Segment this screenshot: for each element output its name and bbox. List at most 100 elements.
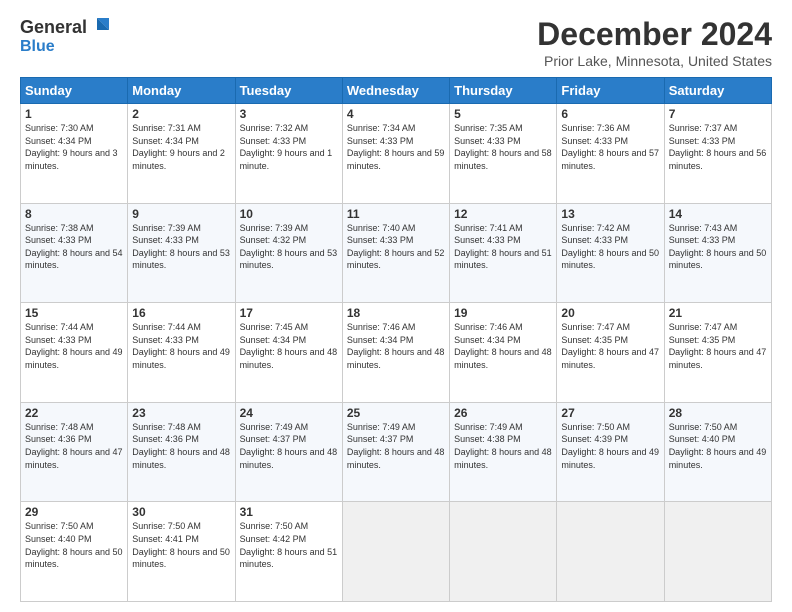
day-info: Sunrise: 7:41 AMSunset: 4:33 PMDaylight:… xyxy=(454,222,552,272)
calendar-header-row: Sunday Monday Tuesday Wednesday Thursday… xyxy=(21,78,772,104)
calendar-week-5: 29Sunrise: 7:50 AMSunset: 4:40 PMDayligh… xyxy=(21,502,772,602)
col-wednesday: Wednesday xyxy=(342,78,449,104)
calendar-cell: 30Sunrise: 7:50 AMSunset: 4:41 PMDayligh… xyxy=(128,502,235,602)
calendar: Sunday Monday Tuesday Wednesday Thursday… xyxy=(20,77,772,602)
page: General Blue December 2024 Prior Lake, M… xyxy=(0,0,792,612)
calendar-week-1: 1Sunrise: 7:30 AMSunset: 4:34 PMDaylight… xyxy=(21,104,772,204)
day-number: 3 xyxy=(240,107,338,121)
col-friday: Friday xyxy=(557,78,664,104)
location: Prior Lake, Minnesota, United States xyxy=(537,53,772,69)
col-monday: Monday xyxy=(128,78,235,104)
day-info: Sunrise: 7:47 AMSunset: 4:35 PMDaylight:… xyxy=(561,321,659,371)
calendar-cell: 16Sunrise: 7:44 AMSunset: 4:33 PMDayligh… xyxy=(128,303,235,403)
calendar-cell: 17Sunrise: 7:45 AMSunset: 4:34 PMDayligh… xyxy=(235,303,342,403)
calendar-cell: 27Sunrise: 7:50 AMSunset: 4:39 PMDayligh… xyxy=(557,402,664,502)
day-number: 26 xyxy=(454,406,552,420)
day-info: Sunrise: 7:32 AMSunset: 4:33 PMDaylight:… xyxy=(240,122,338,172)
day-number: 24 xyxy=(240,406,338,420)
day-number: 31 xyxy=(240,505,338,519)
calendar-cell xyxy=(342,502,449,602)
day-number: 19 xyxy=(454,306,552,320)
calendar-cell: 7Sunrise: 7:37 AMSunset: 4:33 PMDaylight… xyxy=(664,104,771,204)
day-number: 4 xyxy=(347,107,445,121)
day-info: Sunrise: 7:49 AMSunset: 4:37 PMDaylight:… xyxy=(347,421,445,471)
day-info: Sunrise: 7:44 AMSunset: 4:33 PMDaylight:… xyxy=(25,321,123,371)
day-number: 30 xyxy=(132,505,230,519)
calendar-cell: 24Sunrise: 7:49 AMSunset: 4:37 PMDayligh… xyxy=(235,402,342,502)
calendar-cell: 11Sunrise: 7:40 AMSunset: 4:33 PMDayligh… xyxy=(342,203,449,303)
day-info: Sunrise: 7:48 AMSunset: 4:36 PMDaylight:… xyxy=(132,421,230,471)
calendar-week-3: 15Sunrise: 7:44 AMSunset: 4:33 PMDayligh… xyxy=(21,303,772,403)
logo-general-text: General xyxy=(20,17,87,38)
day-info: Sunrise: 7:43 AMSunset: 4:33 PMDaylight:… xyxy=(669,222,767,272)
calendar-cell: 2Sunrise: 7:31 AMSunset: 4:34 PMDaylight… xyxy=(128,104,235,204)
calendar-cell: 28Sunrise: 7:50 AMSunset: 4:40 PMDayligh… xyxy=(664,402,771,502)
day-number: 11 xyxy=(347,207,445,221)
day-number: 22 xyxy=(25,406,123,420)
day-info: Sunrise: 7:34 AMSunset: 4:33 PMDaylight:… xyxy=(347,122,445,172)
day-info: Sunrise: 7:35 AMSunset: 4:33 PMDaylight:… xyxy=(454,122,552,172)
day-number: 5 xyxy=(454,107,552,121)
calendar-cell: 12Sunrise: 7:41 AMSunset: 4:33 PMDayligh… xyxy=(450,203,557,303)
calendar-cell: 13Sunrise: 7:42 AMSunset: 4:33 PMDayligh… xyxy=(557,203,664,303)
day-info: Sunrise: 7:30 AMSunset: 4:34 PMDaylight:… xyxy=(25,122,123,172)
day-info: Sunrise: 7:40 AMSunset: 4:33 PMDaylight:… xyxy=(347,222,445,272)
title-section: December 2024 Prior Lake, Minnesota, Uni… xyxy=(537,16,772,69)
calendar-cell: 1Sunrise: 7:30 AMSunset: 4:34 PMDaylight… xyxy=(21,104,128,204)
header: General Blue December 2024 Prior Lake, M… xyxy=(20,16,772,69)
calendar-cell: 31Sunrise: 7:50 AMSunset: 4:42 PMDayligh… xyxy=(235,502,342,602)
day-info: Sunrise: 7:45 AMSunset: 4:34 PMDaylight:… xyxy=(240,321,338,371)
day-info: Sunrise: 7:31 AMSunset: 4:34 PMDaylight:… xyxy=(132,122,230,172)
calendar-cell: 5Sunrise: 7:35 AMSunset: 4:33 PMDaylight… xyxy=(450,104,557,204)
calendar-cell: 25Sunrise: 7:49 AMSunset: 4:37 PMDayligh… xyxy=(342,402,449,502)
col-saturday: Saturday xyxy=(664,78,771,104)
month-title: December 2024 xyxy=(537,16,772,53)
day-number: 29 xyxy=(25,505,123,519)
calendar-cell: 22Sunrise: 7:48 AMSunset: 4:36 PMDayligh… xyxy=(21,402,128,502)
day-info: Sunrise: 7:50 AMSunset: 4:41 PMDaylight:… xyxy=(132,520,230,570)
day-number: 7 xyxy=(669,107,767,121)
logo-icon xyxy=(89,16,111,38)
calendar-week-2: 8Sunrise: 7:38 AMSunset: 4:33 PMDaylight… xyxy=(21,203,772,303)
calendar-cell: 8Sunrise: 7:38 AMSunset: 4:33 PMDaylight… xyxy=(21,203,128,303)
day-info: Sunrise: 7:46 AMSunset: 4:34 PMDaylight:… xyxy=(347,321,445,371)
calendar-cell: 15Sunrise: 7:44 AMSunset: 4:33 PMDayligh… xyxy=(21,303,128,403)
day-number: 15 xyxy=(25,306,123,320)
calendar-cell: 29Sunrise: 7:50 AMSunset: 4:40 PMDayligh… xyxy=(21,502,128,602)
calendar-week-4: 22 Sunrise: 7:48 AMSunset: 4:36 PMDayligh… xyxy=(21,402,772,502)
day-number: 9 xyxy=(132,207,230,221)
day-info: Sunrise: 7:39 AMSunset: 4:33 PMDaylight:… xyxy=(132,222,230,272)
day-info: Sunrise: 7:50 AMSunset: 4:39 PMDaylight:… xyxy=(561,421,659,471)
calendar-cell: 21Sunrise: 7:47 AMSunset: 4:35 PMDayligh… xyxy=(664,303,771,403)
day-info: Sunrise: 7:49 AMSunset: 4:38 PMDaylight:… xyxy=(454,421,552,471)
col-sunday: Sunday xyxy=(21,78,128,104)
day-number: 8 xyxy=(25,207,123,221)
day-info: Sunrise: 7:37 AMSunset: 4:33 PMDaylight:… xyxy=(669,122,767,172)
day-number: 10 xyxy=(240,207,338,221)
day-number: 25 xyxy=(347,406,445,420)
day-info: Sunrise: 7:46 AMSunset: 4:34 PMDaylight:… xyxy=(454,321,552,371)
day-info: Sunrise: 7:50 AMSunset: 4:42 PMDaylight:… xyxy=(240,520,338,570)
calendar-cell xyxy=(450,502,557,602)
day-info: Sunrise: 7:39 AMSunset: 4:32 PMDaylight:… xyxy=(240,222,338,272)
day-number: 6 xyxy=(561,107,659,121)
calendar-cell: 3Sunrise: 7:32 AMSunset: 4:33 PMDaylight… xyxy=(235,104,342,204)
day-info: Sunrise: 7:50 AMSunset: 4:40 PMDaylight:… xyxy=(669,421,767,471)
day-number: 21 xyxy=(669,306,767,320)
day-number: 27 xyxy=(561,406,659,420)
calendar-cell xyxy=(557,502,664,602)
day-number: 28 xyxy=(669,406,767,420)
day-info: Sunrise: 7:42 AMSunset: 4:33 PMDaylight:… xyxy=(561,222,659,272)
col-tuesday: Tuesday xyxy=(235,78,342,104)
day-number: 14 xyxy=(669,207,767,221)
day-number: 18 xyxy=(347,306,445,320)
calendar-cell: 6Sunrise: 7:36 AMSunset: 4:33 PMDaylight… xyxy=(557,104,664,204)
logo-blue-text: Blue xyxy=(20,38,55,56)
calendar-cell: 19Sunrise: 7:46 AMSunset: 4:34 PMDayligh… xyxy=(450,303,557,403)
day-number: 23 xyxy=(132,406,230,420)
day-info: Sunrise: 7:50 AMSunset: 4:40 PMDaylight:… xyxy=(25,520,123,570)
calendar-cell: 26Sunrise: 7:49 AMSunset: 4:38 PMDayligh… xyxy=(450,402,557,502)
day-number: 13 xyxy=(561,207,659,221)
calendar-cell: 4Sunrise: 7:34 AMSunset: 4:33 PMDaylight… xyxy=(342,104,449,204)
calendar-cell xyxy=(664,502,771,602)
